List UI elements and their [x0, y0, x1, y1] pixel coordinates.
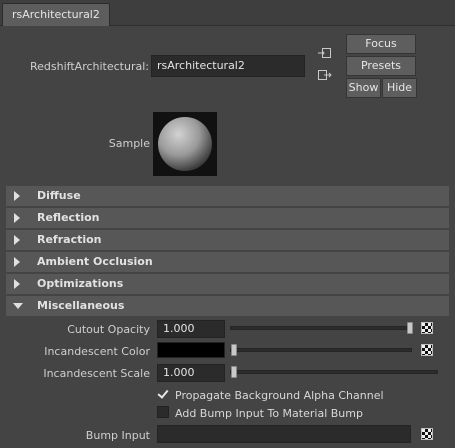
- add-bump-label: Add Bump Input To Material Bump: [175, 407, 363, 420]
- bump-input-field[interactable]: [157, 425, 411, 443]
- sample-label: Sample: [108, 137, 150, 150]
- collapsed-arrow-icon: [14, 257, 20, 267]
- cutout-opacity-slider-handle[interactable]: [407, 322, 413, 334]
- section-reflection[interactable]: Reflection: [6, 208, 449, 228]
- incandescent-color-label: Incandescent Color: [44, 345, 150, 358]
- section-diffuse[interactable]: Diffuse: [6, 186, 449, 206]
- collapsed-arrow-icon: [14, 213, 20, 223]
- cutout-opacity-slider-track[interactable]: [230, 326, 412, 330]
- output-connections-icon[interactable]: [318, 69, 332, 81]
- section-refraction[interactable]: Refraction: [6, 230, 449, 250]
- bump-input-label: Bump Input: [85, 429, 150, 442]
- incandescent-color-map-button-icon[interactable]: [421, 344, 433, 356]
- section-label: Optimizations: [37, 277, 124, 290]
- section-label: Refraction: [37, 233, 102, 246]
- bump-input-map-button-icon[interactable]: [421, 428, 433, 440]
- incandescent-color-swatch[interactable]: [157, 342, 225, 358]
- incandescent-scale-field[interactable]: 1.000: [157, 364, 225, 382]
- propagate-alpha-checkbox[interactable]: [157, 388, 169, 400]
- section-label: Ambient Occlusion: [37, 255, 153, 268]
- expanded-arrow-icon: [13, 303, 23, 309]
- incandescent-color-slider-track[interactable]: [230, 348, 412, 352]
- focus-button[interactable]: Focus: [346, 34, 416, 54]
- incandescent-scale-label: Incandescent Scale: [43, 367, 150, 380]
- incandescent-scale-slider-track[interactable]: [230, 370, 438, 374]
- cutout-opacity-map-button-icon[interactable]: [421, 322, 433, 334]
- incandescent-color-slider-handle[interactable]: [231, 344, 237, 356]
- section-miscellaneous[interactable]: Miscellaneous: [6, 296, 449, 316]
- section-label: Reflection: [37, 211, 100, 224]
- section-label: Miscellaneous: [37, 299, 125, 312]
- node-type-label: RedshiftArchitectural:: [30, 60, 149, 73]
- material-sample-swatch[interactable]: [153, 112, 217, 176]
- cutout-opacity-field[interactable]: 1.000: [157, 320, 225, 338]
- cutout-opacity-label: Cutout Opacity: [67, 323, 150, 336]
- tab-rsarchitectural2[interactable]: rsArchitectural2: [2, 3, 110, 26]
- show-button[interactable]: Show: [346, 78, 381, 98]
- collapsed-arrow-icon: [14, 191, 20, 201]
- propagate-alpha-label: Propagate Background Alpha Channel: [175, 389, 384, 402]
- presets-button[interactable]: Presets: [346, 56, 416, 76]
- input-connections-icon[interactable]: [318, 47, 332, 59]
- add-bump-checkbox[interactable]: [157, 406, 169, 418]
- section-ambient-occlusion[interactable]: Ambient Occlusion: [6, 252, 449, 272]
- section-optimizations[interactable]: Optimizations: [6, 274, 449, 294]
- node-name-field[interactable]: rsArchitectural2: [151, 55, 305, 77]
- hide-button[interactable]: Hide: [382, 78, 417, 98]
- section-label: Diffuse: [37, 189, 81, 202]
- incandescent-scale-slider-handle[interactable]: [231, 366, 237, 378]
- collapsed-arrow-icon: [14, 235, 20, 245]
- collapsed-arrow-icon: [14, 279, 20, 289]
